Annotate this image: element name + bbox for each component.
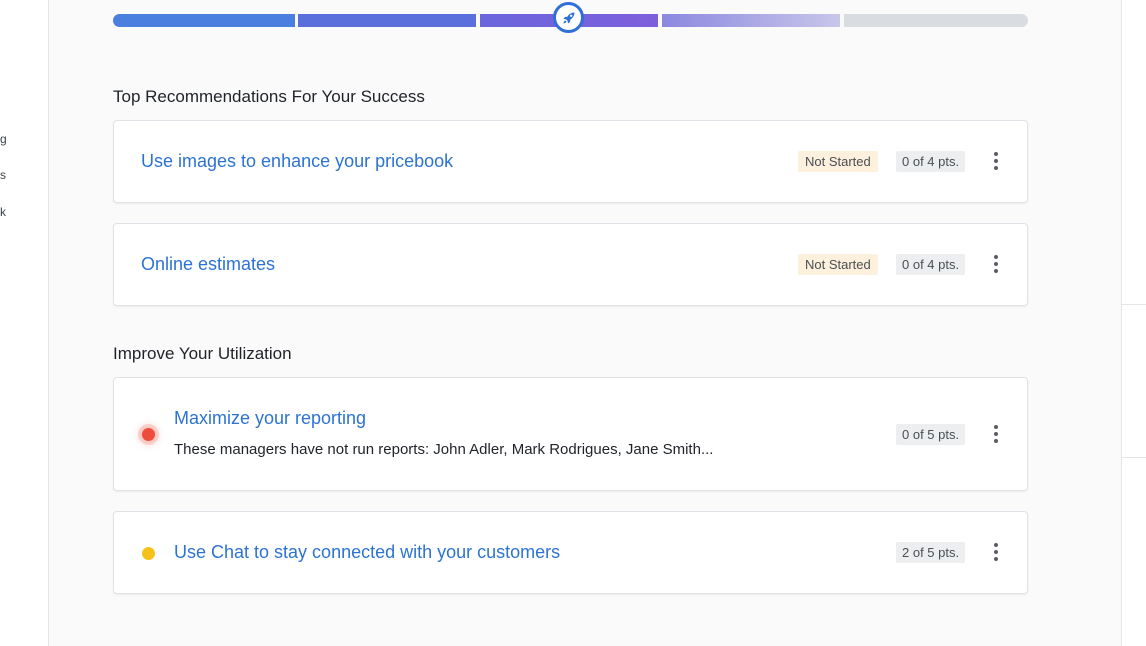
right-panel	[1121, 0, 1146, 646]
recommendation-card: Online estimates Not Started 0 of 4 pts.	[113, 223, 1028, 306]
progress-segment	[844, 14, 1028, 27]
progress-segment	[298, 14, 476, 27]
divider	[1122, 304, 1146, 305]
rocket-icon	[563, 12, 574, 23]
points-badge: 0 of 5 pts.	[896, 424, 966, 445]
sidebar-item-fragment[interactable]: g	[0, 132, 7, 146]
utilization-link[interactable]: Maximize your reporting	[174, 408, 366, 429]
section-title-top-recommendations: Top Recommendations For Your Success	[113, 87, 425, 106]
kebab-menu-icon[interactable]	[989, 424, 1003, 446]
points-badge: 2 of 5 pts.	[896, 542, 966, 563]
kebab-menu-icon[interactable]	[989, 542, 1003, 564]
sidebar-item-fragment[interactable]: k	[0, 205, 6, 219]
priority-medium-dot	[142, 547, 155, 560]
progress-bar	[113, 2, 1028, 33]
utilization-card: Use Chat to stay connected with your cus…	[113, 511, 1028, 594]
recommendation-link[interactable]: Use images to enhance your pricebook	[141, 151, 453, 172]
left-sidebar: g s k	[0, 0, 49, 646]
sidebar-item-fragment[interactable]: s	[0, 168, 6, 182]
progress-marker	[553, 2, 584, 33]
status-badge: Not Started	[798, 254, 878, 275]
points-badge: 0 of 4 pts.	[896, 254, 966, 275]
kebab-menu-icon[interactable]	[989, 151, 1003, 173]
progress-segment	[113, 14, 295, 27]
kebab-menu-icon[interactable]	[989, 254, 1003, 276]
recommendation-card: Use images to enhance your pricebook Not…	[113, 120, 1028, 203]
priority-high-dot	[142, 428, 155, 441]
divider	[1122, 457, 1146, 458]
utilization-card: Maximize your reporting These managers h…	[113, 377, 1028, 491]
progress-segment	[662, 14, 840, 27]
section-title-utilization: Improve Your Utilization	[113, 344, 292, 363]
utilization-link[interactable]: Use Chat to stay connected with your cus…	[174, 542, 560, 563]
points-badge: 0 of 4 pts.	[896, 151, 966, 172]
recommendation-link[interactable]: Online estimates	[141, 254, 275, 275]
status-badge: Not Started	[798, 151, 878, 172]
card-description: These managers have not run reports: Joh…	[174, 441, 714, 458]
